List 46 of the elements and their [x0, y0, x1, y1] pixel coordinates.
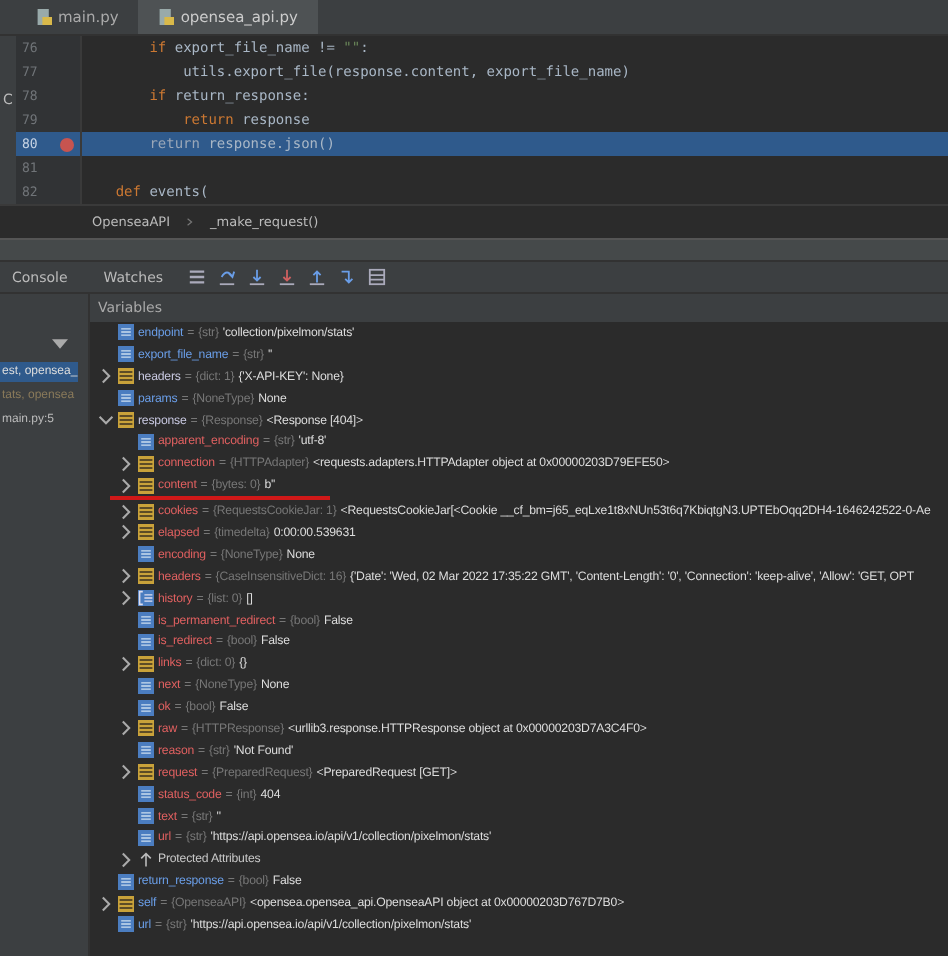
- expand-chevron-icon[interactable]: [118, 655, 134, 672]
- up-arrow-icon[interactable]: [307, 268, 326, 286]
- list-icon: [138, 590, 154, 607]
- expand-chevron-icon[interactable]: [118, 720, 134, 737]
- field-icon: [138, 808, 154, 825]
- dropdown-caret-icon[interactable]: [52, 338, 68, 350]
- field-icon: [118, 324, 134, 341]
- down-arrow-icon[interactable]: [277, 268, 296, 286]
- down-arrow-icon[interactable]: [247, 268, 266, 286]
- object-icon: [118, 368, 134, 385]
- field-icon: [118, 873, 134, 890]
- field-icon: [138, 786, 154, 803]
- field-icon: [138, 633, 154, 650]
- step-over-icon[interactable]: [217, 268, 236, 286]
- table-icon[interactable]: [367, 268, 386, 286]
- object-icon: [138, 568, 154, 585]
- field-icon: [138, 677, 154, 694]
- field-icon: [118, 390, 134, 407]
- object-icon: [138, 455, 154, 472]
- field-icon: [118, 916, 134, 933]
- object-icon: [118, 412, 134, 428]
- up-arrow-icon: [138, 851, 154, 868]
- bent-arrow-icon[interactable]: [337, 268, 356, 286]
- object-icon: [138, 503, 154, 520]
- object-icon: [118, 895, 134, 912]
- collapse-chevron-icon[interactable]: [98, 412, 114, 428]
- field-icon: [138, 742, 154, 759]
- field-icon: [118, 346, 134, 363]
- expand-chevron-icon[interactable]: [118, 764, 134, 781]
- field-icon: [138, 699, 154, 716]
- object-icon: [138, 720, 154, 737]
- object-icon: [138, 524, 154, 541]
- expand-chevron-icon[interactable]: [118, 851, 134, 868]
- field-icon: [138, 546, 154, 563]
- field-icon: [138, 829, 154, 846]
- field-icon: [138, 612, 154, 629]
- chevron-icon: [186, 216, 195, 228]
- python-file-icon: [36, 8, 52, 26]
- menu-icon[interactable]: [187, 268, 206, 286]
- python-file-icon: [158, 8, 175, 26]
- object-icon: [138, 655, 154, 672]
- object-icon: [138, 764, 154, 781]
- object-icon: [138, 477, 154, 494]
- expand-chevron-icon[interactable]: [98, 895, 114, 912]
- expand-chevron-icon[interactable]: [98, 368, 114, 385]
- field-icon: [138, 433, 154, 450]
